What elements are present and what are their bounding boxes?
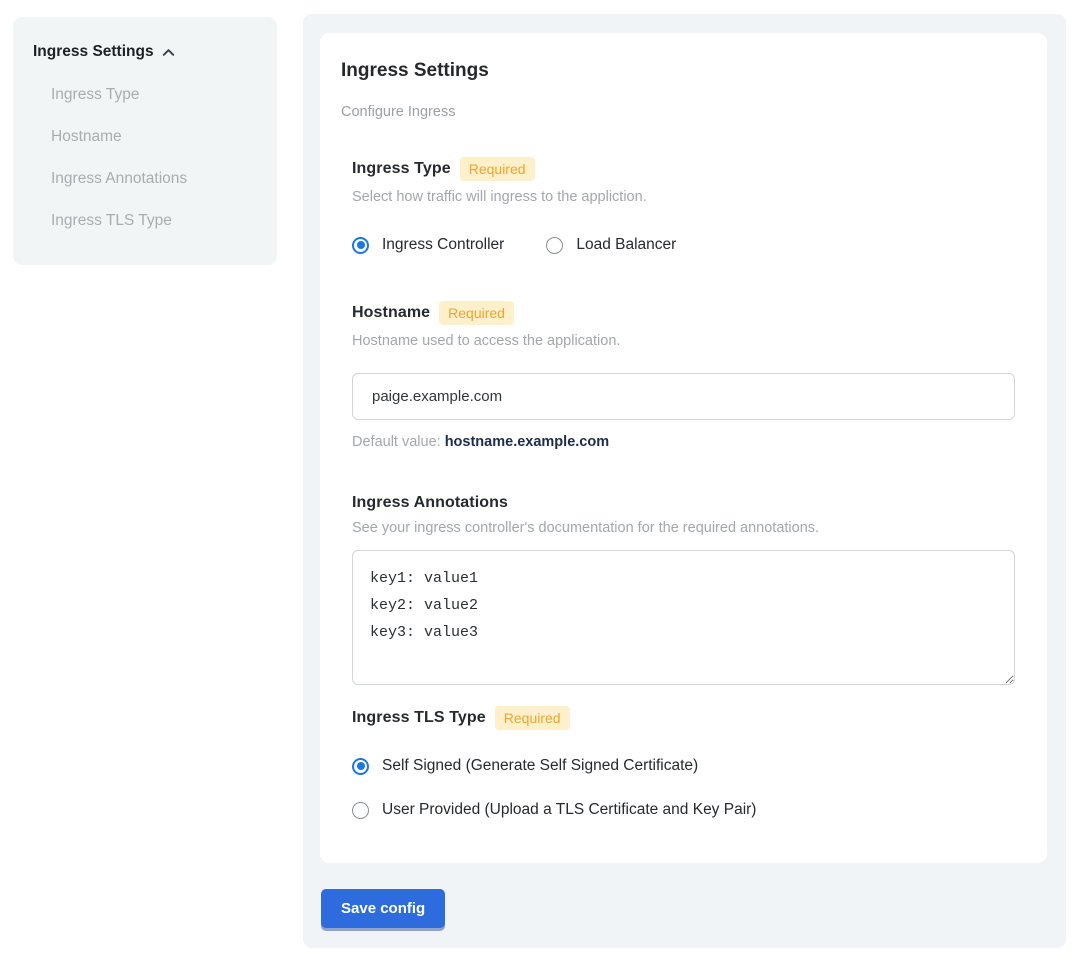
sidebar-item-ingress-tls-type[interactable]: Ingress TLS Type (51, 213, 257, 229)
radio-unselected-icon (546, 237, 563, 254)
ingress-annotations-group: Ingress Annotations See your ingress con… (352, 494, 1015, 685)
radio-label: Self Signed (Generate Self Signed Certif… (382, 757, 698, 775)
radio-ingress-controller[interactable]: Ingress Controller (352, 236, 504, 254)
ingress-annotations-textarea[interactable]: key1: value1 key2: value2 key3: value3 (352, 550, 1015, 685)
sidebar-item-ingress-type[interactable]: Ingress Type (51, 87, 257, 103)
save-row: Save config (321, 889, 1049, 928)
required-badge: Required (460, 157, 535, 181)
sidebar-item-ingress-annotations[interactable]: Ingress Annotations (51, 171, 257, 187)
radio-selected-icon (352, 758, 369, 775)
ingress-annotations-help: See your ingress controller's documentat… (352, 520, 1015, 536)
save-config-button[interactable]: Save config (321, 889, 445, 928)
main-panel: Ingress Settings Configure Ingress Ingre… (303, 14, 1066, 948)
sidebar-nav: Ingress Type Hostname Ingress Annotation… (33, 87, 257, 229)
default-value-text: hostname.example.com (445, 434, 609, 450)
page-title: Ingress Settings (341, 60, 1026, 82)
chevron-up-icon (161, 45, 176, 60)
ingress-annotations-label: Ingress Annotations (352, 494, 508, 512)
radio-label: User Provided (Upload a TLS Certificate … (382, 801, 756, 819)
hostname-default-value: Default value: hostname.example.com (352, 434, 1015, 450)
required-badge: Required (439, 301, 514, 325)
radio-label: Ingress Controller (382, 236, 504, 254)
ingress-settings-card: Ingress Settings Configure Ingress Ingre… (320, 33, 1047, 863)
radio-load-balancer[interactable]: Load Balancer (546, 236, 676, 254)
form-sections: Ingress Type Required Select how traffic… (352, 157, 1015, 819)
hostname-help: Hostname used to access the application. (352, 333, 1015, 349)
ingress-type-help: Select how traffic will ingress to the a… (352, 189, 1015, 205)
settings-sidebar: Ingress Settings Ingress Type Hostname I… (13, 17, 277, 265)
radio-self-signed[interactable]: Self Signed (Generate Self Signed Certif… (352, 757, 1015, 775)
ingress-tls-type-group: Ingress TLS Type Required Self Signed (G… (352, 706, 1015, 819)
sidebar-item-hostname[interactable]: Hostname (51, 129, 257, 145)
sidebar-section-ingress-settings[interactable]: Ingress Settings (33, 43, 257, 61)
default-value-prefix: Default value: (352, 434, 445, 450)
ingress-type-options: Ingress Controller Load Balancer (352, 236, 1015, 254)
page-subtitle: Configure Ingress (341, 104, 1026, 120)
required-badge: Required (495, 706, 570, 730)
ingress-tls-type-options: Self Signed (Generate Self Signed Certif… (352, 757, 1015, 819)
ingress-type-label: Ingress Type (352, 160, 451, 178)
hostname-label: Hostname (352, 304, 430, 322)
hostname-input[interactable] (352, 373, 1015, 420)
radio-user-provided[interactable]: User Provided (Upload a TLS Certificate … (352, 801, 1015, 819)
radio-selected-icon (352, 237, 369, 254)
sidebar-section-title: Ingress Settings (33, 43, 154, 61)
ingress-tls-type-label: Ingress TLS Type (352, 709, 486, 727)
radio-label: Load Balancer (576, 236, 676, 254)
hostname-group: Hostname Required Hostname used to acces… (352, 301, 1015, 450)
radio-unselected-icon (352, 802, 369, 819)
ingress-type-group: Ingress Type Required Select how traffic… (352, 157, 1015, 254)
